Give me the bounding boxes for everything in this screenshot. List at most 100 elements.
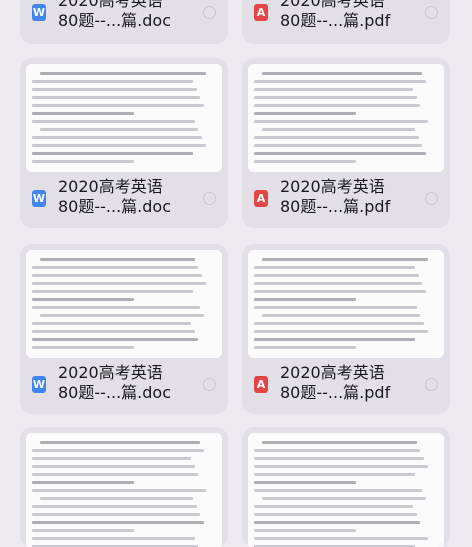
- text-line: [254, 338, 415, 341]
- select-radio[interactable]: [203, 6, 216, 19]
- text-line: [32, 104, 205, 107]
- text-line: [32, 88, 197, 91]
- pdf-file-icon: A: [254, 4, 268, 21]
- text-line: [32, 144, 207, 147]
- text-line: [32, 529, 134, 532]
- text-line: [32, 274, 203, 277]
- text-line: [32, 449, 205, 452]
- text-line: [254, 521, 421, 524]
- text-line: [32, 322, 191, 325]
- text-line: [32, 457, 191, 460]
- pdf-file-icon: A: [254, 190, 268, 207]
- file-meta: W 2020高考英语 80题--...篇.doc: [20, 362, 228, 414]
- file-card[interactable]: [242, 427, 450, 547]
- file-card[interactable]: W 2020高考英语 80题--...篇.doc: [20, 58, 228, 228]
- text-line: [254, 104, 421, 107]
- text-line: [32, 306, 201, 309]
- text-line: [32, 537, 195, 540]
- text-line: [262, 258, 429, 261]
- text-line: [254, 330, 429, 333]
- text-line: [32, 330, 195, 333]
- text-line: [254, 489, 423, 492]
- text-line: [254, 152, 427, 155]
- text-line: [262, 441, 417, 444]
- file-card[interactable]: W 2020高考英语 80题--...篇.doc: [20, 244, 228, 414]
- text-line: [254, 96, 417, 99]
- file-name: 2020高考英语 80题--...篇.pdf: [280, 0, 391, 30]
- file-name: 2020高考英语 80题--...篇.doc: [58, 177, 171, 216]
- text-line: [254, 290, 427, 293]
- text-line: [262, 314, 421, 317]
- text-line: [254, 449, 421, 452]
- file-card[interactable]: W 2020高考英语 80题--...篇.doc: [20, 0, 228, 44]
- text-line: [254, 298, 356, 301]
- text-line: [32, 298, 134, 301]
- word-doc-icon: W: [32, 190, 46, 207]
- word-doc-icon: W: [32, 376, 46, 393]
- file-card[interactable]: [20, 427, 228, 547]
- text-line: [254, 144, 423, 147]
- text-line: [32, 521, 205, 524]
- text-line: [32, 282, 207, 285]
- file-name: 2020高考英语 80题--...篇.doc: [58, 363, 171, 402]
- word-doc-icon: W: [32, 4, 46, 21]
- text-line: [254, 80, 427, 83]
- file-name: 2020高考英语 80题--...篇.pdf: [280, 177, 391, 216]
- text-line: [40, 314, 205, 317]
- document-preview: [248, 64, 444, 172]
- file-meta: A 2020高考英语 80题--...篇.pdf: [242, 0, 450, 42]
- select-radio[interactable]: [425, 6, 438, 19]
- text-line: [254, 136, 419, 139]
- text-line: [32, 505, 197, 508]
- text-line: [254, 266, 415, 269]
- text-line: [32, 266, 199, 269]
- text-line: [254, 537, 429, 540]
- text-line: [254, 306, 417, 309]
- document-preview: [26, 250, 222, 358]
- text-line: [262, 497, 427, 500]
- file-card[interactable]: A 2020高考英语 80题--...篇.pdf: [242, 0, 450, 44]
- text-line: [254, 120, 429, 123]
- text-line: [262, 128, 415, 131]
- text-line: [40, 441, 201, 444]
- text-line: [32, 513, 201, 516]
- text-line: [32, 80, 193, 83]
- select-radio[interactable]: [425, 378, 438, 391]
- document-preview: [248, 250, 444, 358]
- text-line: [254, 513, 417, 516]
- file-meta: A 2020高考英语 80题--...篇.pdf: [242, 362, 450, 414]
- text-line: [254, 457, 425, 460]
- text-line: [32, 489, 207, 492]
- text-line: [32, 152, 193, 155]
- text-line: [32, 290, 193, 293]
- text-line: [32, 338, 199, 341]
- file-name: 2020高考英语 80题--...篇.pdf: [280, 363, 391, 402]
- file-card[interactable]: A 2020高考英语 80题--...篇.pdf: [242, 244, 450, 414]
- text-line: [32, 473, 199, 476]
- select-radio[interactable]: [425, 192, 438, 205]
- select-radio[interactable]: [203, 378, 216, 391]
- text-line: [32, 96, 201, 99]
- document-preview: [26, 64, 222, 172]
- text-line: [32, 160, 134, 163]
- file-meta: W 2020高考英语 80题--...篇.doc: [20, 0, 228, 42]
- text-line: [40, 128, 199, 131]
- text-line: [40, 258, 195, 261]
- text-line: [32, 120, 195, 123]
- text-line: [262, 72, 423, 75]
- file-card[interactable]: A 2020高考英语 80题--...篇.pdf: [242, 58, 450, 228]
- text-line: [32, 465, 195, 468]
- text-line: [254, 112, 356, 115]
- text-line: [254, 88, 413, 91]
- file-name: 2020高考英语 80题--...篇.doc: [58, 0, 171, 30]
- text-line: [40, 497, 193, 500]
- text-line: [254, 529, 356, 532]
- file-grid: W 2020高考英语 80题--...篇.doc A 2020高考英语 80题-…: [0, 0, 472, 547]
- text-line: [40, 72, 207, 75]
- text-line: [32, 481, 134, 484]
- text-line: [254, 322, 425, 325]
- text-line: [254, 160, 356, 163]
- text-line: [32, 112, 134, 115]
- select-radio[interactable]: [203, 192, 216, 205]
- pdf-file-icon: A: [254, 376, 268, 393]
